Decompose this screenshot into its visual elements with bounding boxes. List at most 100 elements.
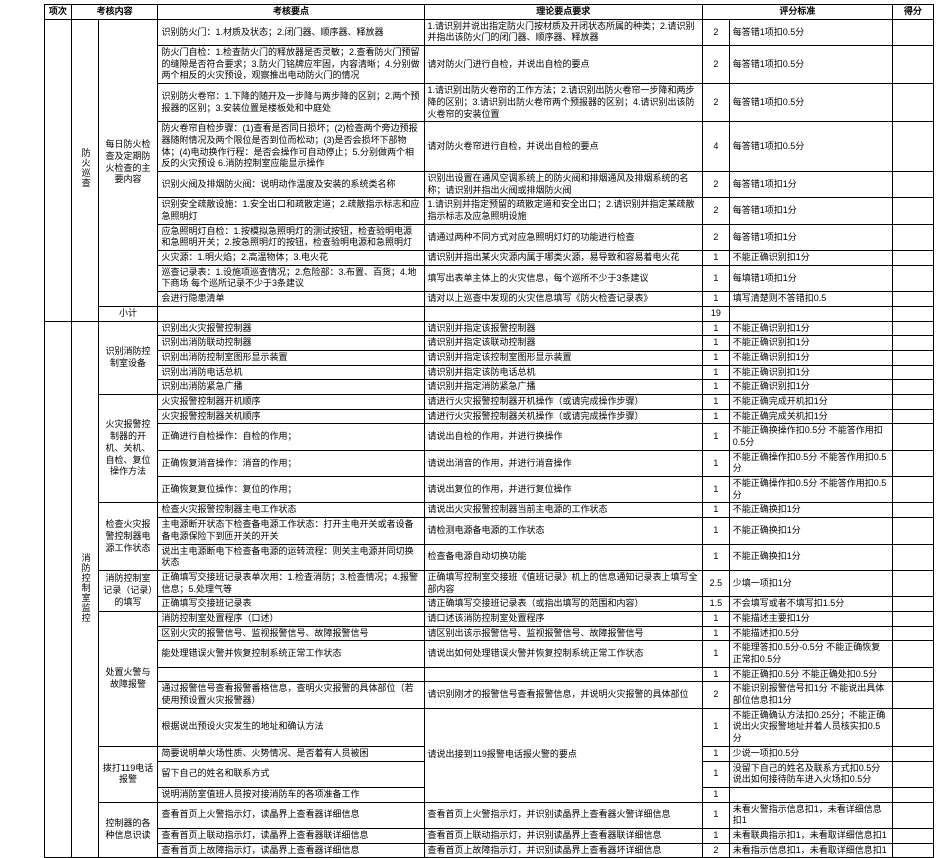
value-cell: 1 [702,265,729,291]
requirement-cell: 请识别并指定该防电话总机 [424,365,702,380]
requirement-cell: 请通过两种不同方式对应急照明灯灯的功能进行检查 [424,224,702,250]
subcategory-cell: 检查火灾报警控制器电源工作状态 [98,503,158,570]
point-cell: 正确填写交接班记录表 [158,597,424,612]
point-cell: 消防控制室处置程序（口述） [158,611,424,626]
table-row: 区别火灾的报警信号、监视报警信号、故障报警信号请区别出该示报警信号、监视报警信号… [45,626,934,641]
point-cell: 留下自己的姓名和联系方式 [158,761,424,787]
point-cell: 根据说出预设火灾发生的地址和确认方法 [158,708,424,746]
standard-cell: 不能理答扣0.5分-0.5分 不能正确恢复正常扣0.5分 [729,641,892,667]
table-row: 处置火警与故障报警消防控制室处置程序（口述）请口述该消防控制室处置程序1不能描述… [45,611,934,626]
point-cell: 查看首页上火警指示灯，读晶界上查看器详细信息 [158,802,424,828]
score-cell [892,787,933,802]
subcategory-cell: 消防控制室记录（记录）的填写 [98,570,158,611]
value-cell: 1 [702,708,729,746]
table-row: 正确恢复复位操作：复位的作用；请说出复位的作用，并进行复位操作1不能正确操作扣0… [45,477,934,503]
value-cell: 1 [702,544,729,570]
category-cell: 消防控制室监控 [71,321,98,858]
standard-cell: 每答错1项扣0.5分 [729,46,892,84]
requirement-cell: 请口述该消防控制室处置程序 [424,611,702,626]
value-cell: 1 [702,761,729,787]
score-cell [892,321,933,336]
subcategory-cell: 火灾报警控制器的开机、关机、自检、复位操作方法 [98,394,158,503]
point-cell: 防火卷帘自检步骤：(1)查看是否同日损坏；(2)检查两个旁边预报器随附情况及两个… [158,122,424,172]
value-cell: 1 [702,828,729,843]
requirement-cell: 请识别并指定该控制室图形显示装置 [424,350,702,365]
requirement-cell [424,667,702,682]
score-cell [892,365,933,380]
standard-cell: 不能正确完成开机扣1分 [729,394,892,409]
table-row: 消防控制室记录（记录）的填写正确填写交接班记录表单次用：1.检查消防；3.检查情… [45,570,934,596]
value-cell: 2 [702,19,729,45]
standard-cell: 每答错1项扣0.5分 [729,19,892,45]
point-cell: 说明消防室值班人员按对接消防车的各项准备工作 [158,787,424,802]
value-cell: 1 [702,394,729,409]
value-cell: 1 [702,626,729,641]
standard-cell: 不能正确识别扣1分 [729,380,892,395]
table-row: 1不能正确扣0.5分 不能正确处扣0.5分 [45,667,934,682]
score-cell [892,350,933,365]
score-cell [892,394,933,409]
requirement-cell: 请对防火门进行自检，并说出自检的要点 [424,46,702,84]
table-row: 火灾源：1.明火焰；2.高温物体；3.电火花请识别并指出某火灾源内属于哪类火源，… [45,251,934,266]
value-cell: 1 [702,336,729,351]
table-row: 应急照明灯自检：1.按模拟急照明灯的测试按钮，检查验明电源和急照明开关；2.按急… [45,224,934,250]
standard-cell: 不能正确换扣1分 [729,518,892,544]
score-cell [892,265,933,291]
value-cell: 2.5 [702,570,729,596]
point-cell: 能处理错误火警并恢复控制系统正常工作状态 [158,641,424,667]
value-cell: 1 [702,365,729,380]
requirement-cell: 请识别并指定该联动控制器 [424,336,702,351]
value-cell: 1 [702,251,729,266]
standard-cell: 每答错1项扣1分 [729,224,892,250]
cell [892,306,933,321]
table-row: 会进行隐患清单请对以上巡查中发现的火灾信息填写《防火检查记录表》1填写清楚则不答… [45,292,934,307]
requirement-cell: 请对防火卷帘进行自检，并说出自检的要点 [424,122,702,172]
hdr-std: 评分标准 [702,5,892,20]
value-cell: 1 [702,802,729,828]
standard-cell: 不能正确换操作扣0.5分 不能答作用扣0.5分 [729,424,892,450]
subcategory-cell: 控制器的各种信息识读 [98,802,158,858]
standard-cell: 每答错1项扣1分 [729,198,892,224]
score-cell [892,828,933,843]
point-cell: 巡查记录表：1.设施项巡查情况；2.危险部：3.布置、百货；4.地下商场 每个巡… [158,265,424,291]
standard-cell: 少说一项扣0.5分 [729,746,892,761]
score-cell [892,450,933,476]
point-cell: 简要说明单火场性质、火势情况、是否着有人员被困 [158,746,424,761]
table-row: 主电源断开状态下检查备电源工作状态：打开主电开关或者设备备电源保险下到匝开关的开… [45,518,934,544]
table-row: 识别安全疏散设施：1.安全出口和疏散定道；2.疏散指示标志和应急照明灯1.请识别… [45,198,934,224]
point-cell: 识别出消防控制室图形显示装置 [158,350,424,365]
table-row: 火灾报警控制器关机顺序请进行火灾报警控制器关机操作（或请完成操作步骤）1不能正确… [45,409,934,424]
code-cell [45,19,72,321]
standard-cell: 每填错1项扣1分 [729,265,892,291]
score-cell [892,19,933,45]
table-row: 识别防火卷帘：1.下降的随开及一步降与两步降的区别；2.两个预报器的区别；3.安… [45,84,934,122]
point-cell: 查看首页上故障指示灯，读晶界上查看器详细信息 [158,843,424,858]
requirement-cell: 1.请识别并指定预留的疏散定道和安全出口；2.请识别并指定某疏散指示标志及应急照… [424,198,702,224]
requirement-cell: 请进行火灾报警控制器开机操作（或请完成操作步骤） [424,394,702,409]
score-cell [892,336,933,351]
point-cell: 正确填写交接班记录表单次用：1.检查消防；3.检查情况；4.报警信息；5.处理气… [158,570,424,596]
table-row: 能处理错误火警并恢复控制系统正常工作状态请说出如何处理错误火警并恢复控制系统正常… [45,641,934,667]
point-cell: 火灾报警控制器关机顺序 [158,409,424,424]
subtotal-label: 小计 [98,306,158,321]
table-row: 检查火灾报警控制器电源工作状态检查火灾报警控制器主电工作状态请说出火灾报警控制器… [45,503,934,518]
table-row: 正确恢复消音操作：消音的作用；请说出消音的作用，并进行消音操作1不能正确操作扣0… [45,450,934,476]
header-row: 项次 考核内容 考核要点 理论要点要求 评分标准 得分 [45,5,934,20]
score-cell [892,424,933,450]
value-cell: 2 [702,46,729,84]
requirement-cell: 请对以上巡查中发现的火灾信息填写《防火检查记录表》 [424,292,702,307]
requirement-cell: 请说出火灾报警控制器当前主电源的工作状态 [424,503,702,518]
value-cell: 1 [702,450,729,476]
score-cell [892,251,933,266]
score-cell [892,544,933,570]
point-cell: 识别防火门：1.材质及状态；2.闭门器、顺序器、释放器 [158,19,424,45]
point-cell: 通过报警信号查看报警番格信息，查明火灾报警的具体部位（若使用预设置火灾报警器） [158,682,424,708]
point-cell: 说出主电源断电下检查备电源的运转流程：则关主电源并同切换状态 [158,544,424,570]
standard-cell: 不能正确确认方法扣0.25分；不能正确说出火灾报警地址并着人员核实扣0.5分 [729,708,892,746]
requirement-cell: 请区别出该示报警信号、监视报警信号、故障报警信号 [424,626,702,641]
cell [424,306,702,321]
value-cell: 1 [702,667,729,682]
requirement-cell: 请正确填写交接班记录表（或指出填写的范围和内容） [424,597,702,612]
point-cell [158,667,424,682]
value-cell: 2 [702,198,729,224]
